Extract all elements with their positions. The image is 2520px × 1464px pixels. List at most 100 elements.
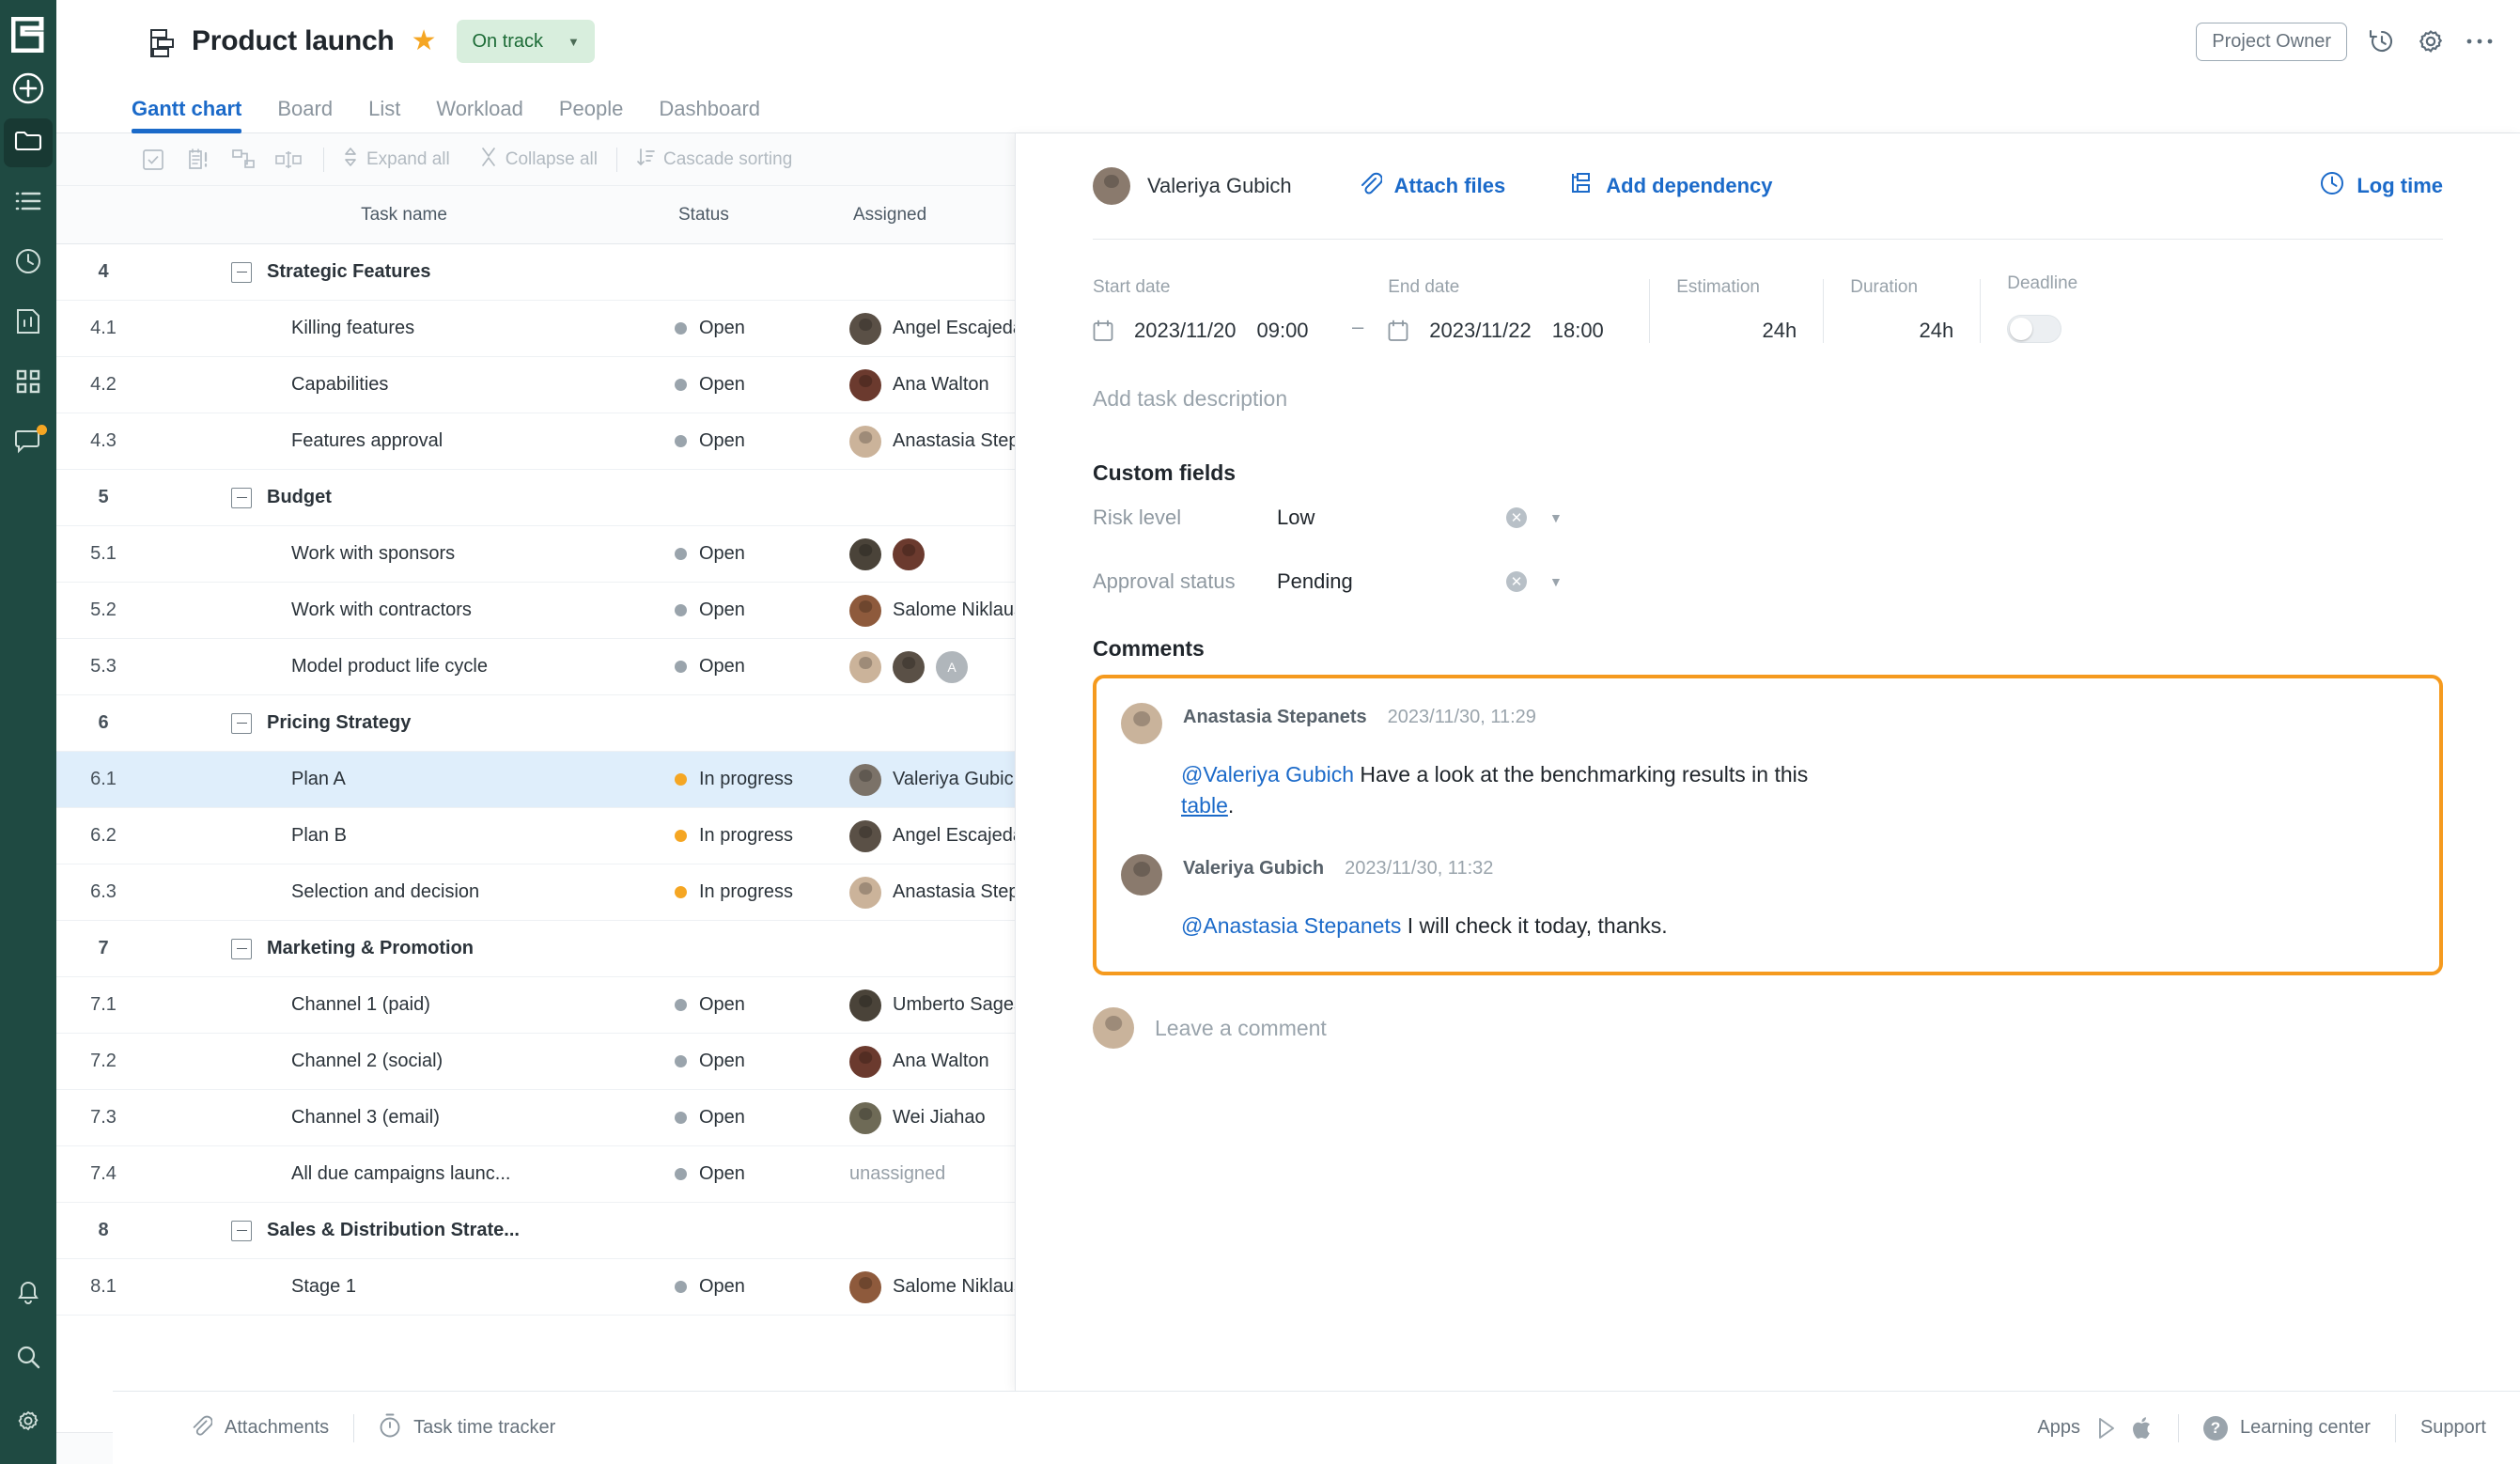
- ellipsis-icon[interactable]: [2466, 37, 2494, 46]
- status-cell[interactable]: Open: [658, 318, 832, 339]
- status-cell[interactable]: Open: [658, 1051, 832, 1072]
- collapse-toggle-icon[interactable]: [231, 1221, 252, 1241]
- task-name-cell[interactable]: Plan B: [150, 825, 658, 847]
- duration-field[interactable]: Duration 24h: [1850, 277, 1953, 343]
- status-cell[interactable]: Open: [658, 374, 832, 396]
- status-cell[interactable]: Open: [658, 430, 832, 452]
- cascade-sorting-button[interactable]: Cascade sorting: [636, 147, 792, 173]
- status-cell[interactable]: Open: [658, 1163, 832, 1185]
- ganttpro-logo-icon[interactable]: [9, 15, 47, 55]
- bottombar-divider-2: [2178, 1414, 2179, 1442]
- tab-workload[interactable]: Workload: [436, 97, 523, 132]
- task-name-cell[interactable]: Selection and decision: [150, 881, 658, 903]
- start-date-field[interactable]: Start date 2023/11/20 09:00: [1093, 277, 1328, 343]
- status-cell[interactable]: In progress: [658, 825, 832, 847]
- task-name-cell[interactable]: Work with contractors: [150, 600, 658, 621]
- deadline-toggle[interactable]: [2007, 315, 2061, 343]
- leave-comment-row[interactable]: Leave a comment: [1093, 975, 2443, 1049]
- comment-link[interactable]: table: [1181, 793, 1228, 818]
- google-play-icon[interactable]: [2097, 1417, 2118, 1440]
- comment-mention[interactable]: @Valeriya Gubich: [1181, 762, 1354, 787]
- expand-all-button[interactable]: Expand all: [343, 147, 450, 173]
- task-name-cell[interactable]: Capabilities: [150, 374, 658, 396]
- end-date-field[interactable]: End date 2023/11/22 18:00: [1388, 277, 1623, 343]
- task-name-cell[interactable]: Channel 2 (social): [150, 1051, 658, 1072]
- task-name-cell[interactable]: Stage 1: [150, 1276, 658, 1298]
- project-status-dropdown[interactable]: On track ▼: [457, 20, 594, 63]
- collapse-all-button[interactable]: Collapse all: [480, 147, 598, 173]
- gear-icon[interactable]: [2417, 27, 2445, 55]
- task-name-cell[interactable]: Killing features: [150, 318, 658, 339]
- task-priority-icon[interactable]: [182, 144, 214, 176]
- comment-mention[interactable]: @Anastasia Stepanets: [1181, 913, 1401, 938]
- settings-button[interactable]: [4, 1398, 53, 1447]
- history-icon[interactable]: [2368, 27, 2396, 55]
- add-button[interactable]: [9, 70, 47, 107]
- collapse-toggle-icon[interactable]: [231, 939, 252, 959]
- task-name-cell[interactable]: Channel 3 (email): [150, 1107, 658, 1129]
- custom-field-value[interactable]: Low: [1277, 506, 1506, 530]
- task-name-cell[interactable]: Features approval: [150, 430, 658, 452]
- task-assignee[interactable]: Valeriya Gubich: [1093, 167, 1292, 205]
- status-cell[interactable]: In progress: [658, 881, 832, 903]
- avatar: [893, 538, 925, 570]
- clear-icon[interactable]: ✕: [1506, 507, 1527, 528]
- status-cell[interactable]: Open: [658, 600, 832, 621]
- status-cell[interactable]: In progress: [658, 769, 832, 790]
- search-button[interactable]: [4, 1334, 53, 1383]
- sidebar-item-time-log[interactable]: [4, 239, 53, 288]
- task-name-cell[interactable]: All due campaigns launc...: [150, 1163, 658, 1185]
- status-cell[interactable]: Open: [658, 994, 832, 1016]
- sidebar-item-my-tasks[interactable]: [4, 179, 53, 227]
- dependency-icon[interactable]: [227, 144, 259, 176]
- star-icon[interactable]: ★: [412, 27, 437, 55]
- task-name-cell[interactable]: Marketing & Promotion: [150, 938, 658, 959]
- chevron-down-icon[interactable]: ▼: [1549, 510, 1563, 525]
- status-cell[interactable]: Open: [658, 1107, 832, 1129]
- status-cell[interactable]: Open: [658, 1276, 832, 1298]
- tab-board[interactable]: Board: [277, 97, 333, 132]
- task-name-cell[interactable]: Model product life cycle: [150, 656, 658, 677]
- collapse-toggle-icon[interactable]: [231, 488, 252, 508]
- tab-list[interactable]: List: [368, 97, 400, 132]
- task-name-cell[interactable]: Pricing Strategy: [150, 712, 658, 734]
- task-description-input[interactable]: Add task description: [1093, 343, 2443, 412]
- task-name-cell[interactable]: Work with sponsors: [150, 543, 658, 565]
- leave-comment-input[interactable]: Leave a comment: [1155, 1016, 1327, 1041]
- estimation-field[interactable]: Estimation 24h: [1676, 277, 1797, 343]
- support-button[interactable]: Support: [2420, 1417, 2486, 1439]
- attach-files-button[interactable]: Attach files: [1358, 171, 1506, 201]
- col-header-task-name[interactable]: Task name: [150, 205, 658, 226]
- log-time-button[interactable]: Log time: [2320, 171, 2443, 201]
- sidebar-item-projects[interactable]: [4, 118, 53, 167]
- sidebar-item-comments[interactable]: [4, 419, 53, 468]
- task-name-cell[interactable]: Strategic Features: [150, 261, 658, 283]
- chevron-down-icon[interactable]: ▼: [1549, 574, 1563, 589]
- task-name-cell[interactable]: Budget: [150, 487, 658, 508]
- task-name-cell[interactable]: Sales & Distribution Strate...: [150, 1220, 658, 1241]
- add-dependency-button[interactable]: Add dependency: [1569, 172, 1772, 200]
- apple-icon[interactable]: [2133, 1416, 2154, 1441]
- status-cell[interactable]: Open: [658, 656, 832, 677]
- comment-author: Valeriya Gubich: [1183, 858, 1324, 880]
- checkbox-icon[interactable]: [137, 144, 169, 176]
- tab-dashboard[interactable]: Dashboard: [659, 97, 760, 132]
- notifications-button[interactable]: [4, 1270, 53, 1319]
- custom-field-value[interactable]: Pending: [1277, 569, 1506, 594]
- clear-icon[interactable]: ✕: [1506, 571, 1527, 592]
- collapse-toggle-icon[interactable]: [231, 713, 252, 734]
- tab-people[interactable]: People: [559, 97, 624, 132]
- task-time-tracker-button[interactable]: Task time tracker: [379, 1413, 555, 1443]
- baseline-icon[interactable]: [272, 144, 304, 176]
- attachments-button[interactable]: Attachments: [190, 1414, 329, 1442]
- sidebar-item-reports[interactable]: [4, 299, 53, 348]
- col-header-status[interactable]: Status: [658, 205, 832, 226]
- learning-center-button[interactable]: ? Learning center: [2203, 1416, 2371, 1441]
- collapse-toggle-icon[interactable]: [231, 262, 252, 283]
- project-owner-badge[interactable]: Project Owner: [2196, 23, 2347, 61]
- status-cell[interactable]: Open: [658, 543, 832, 565]
- tab-gantt-chart[interactable]: Gantt chart: [132, 97, 241, 132]
- sidebar-item-portfolio[interactable]: [4, 359, 53, 408]
- task-name-cell[interactable]: Plan A: [150, 769, 658, 790]
- task-name-cell[interactable]: Channel 1 (paid): [150, 994, 658, 1016]
